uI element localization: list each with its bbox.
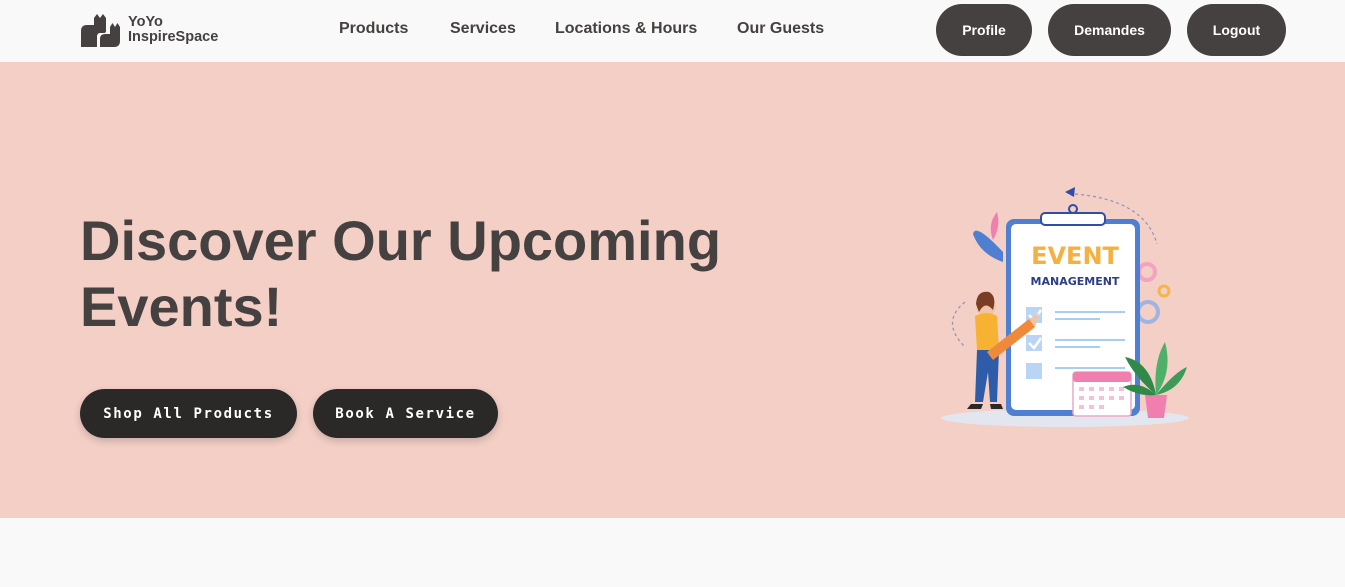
shop-all-products-button[interactable]: Shop All Products xyxy=(80,389,297,438)
illustration-word-event: EVENT xyxy=(1031,242,1119,270)
brand[interactable]: YoYo InspireSpace xyxy=(80,13,218,47)
cat-logo-icon xyxy=(81,14,120,47)
nav-link-services[interactable]: Services xyxy=(450,20,516,38)
nav-link-products[interactable]: Products xyxy=(339,20,408,38)
hero-title-line2: Events! xyxy=(80,275,283,338)
hero-title: Discover Our Upcoming Events! xyxy=(80,208,760,340)
hero-title-line1: Discover Our Upcoming xyxy=(80,209,722,272)
top-navbar: YoYo InspireSpace Products Services Loca… xyxy=(0,0,1345,62)
profile-button[interactable]: Profile xyxy=(936,4,1032,56)
illustration-word-management: MANAGEMENT xyxy=(1031,275,1120,288)
logout-button[interactable]: Logout xyxy=(1187,4,1286,56)
nav-link-our-guests[interactable]: Our Guests xyxy=(737,20,824,38)
book-a-service-button[interactable]: Book A Service xyxy=(313,389,498,438)
brand-name-line1: YoYo xyxy=(128,13,163,30)
hero-section: Discover Our Upcoming Events! Shop All P… xyxy=(0,62,1345,518)
nav-link-locations-hours[interactable]: Locations & Hours xyxy=(555,20,697,38)
demandes-button[interactable]: Demandes xyxy=(1048,4,1171,56)
event-management-illustration: EVENT MANAGEMENT xyxy=(941,187,1189,427)
brand-name-line2: InspireSpace xyxy=(128,29,219,45)
